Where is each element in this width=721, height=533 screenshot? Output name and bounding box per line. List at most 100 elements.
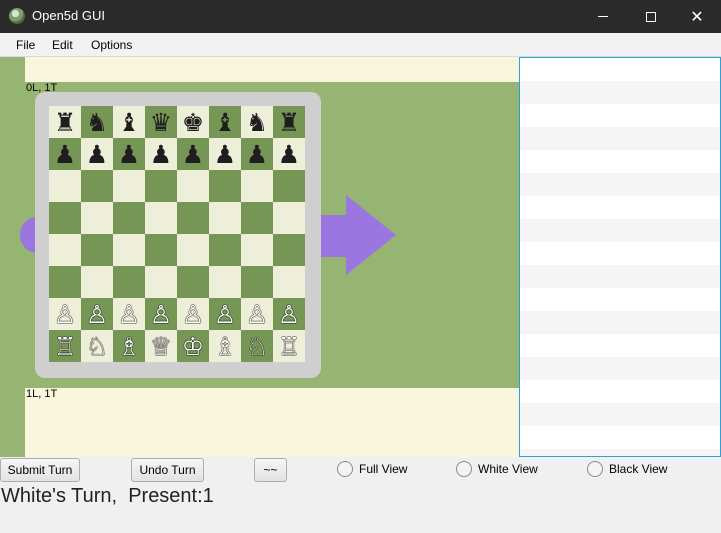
full-view-radio[interactable]: Full View [337,461,407,477]
board-square[interactable]: ♘ [81,330,113,362]
board-square[interactable] [177,266,209,298]
white-bishop-icon[interactable]: ♗ [118,334,140,359]
list-row[interactable] [520,219,720,242]
board-square[interactable]: ♙ [113,298,145,330]
board-square[interactable]: ♗ [113,330,145,362]
board-square[interactable] [49,170,81,202]
list-row[interactable] [520,380,720,403]
board-square[interactable]: ♙ [177,298,209,330]
list-row[interactable] [520,81,720,104]
board-square[interactable] [49,234,81,266]
board-square[interactable] [81,170,113,202]
white-view-radio[interactable]: White View [456,461,538,477]
white-rook-icon[interactable]: ♖ [54,334,76,359]
list-row[interactable] [520,334,720,357]
black-pawn-icon[interactable]: ♟ [182,142,204,167]
list-row[interactable] [520,357,720,380]
board-square[interactable]: ♕ [145,330,177,362]
menu-file[interactable]: File [16,38,35,52]
black-pawn-icon[interactable]: ♟ [54,142,76,167]
close-button[interactable]: ✕ [674,0,720,33]
menu-options[interactable]: Options [91,38,132,52]
board-square[interactable]: ♚ [177,106,209,138]
black-pawn-icon[interactable]: ♟ [118,142,140,167]
board-square[interactable] [241,234,273,266]
board-square[interactable] [113,266,145,298]
white-pawn-icon[interactable]: ♙ [118,302,140,327]
list-row[interactable] [520,288,720,311]
black-knight-icon[interactable]: ♞ [86,110,108,135]
board-square[interactable] [273,234,305,266]
white-queen-icon[interactable]: ♕ [150,334,172,359]
board-square[interactable]: ♜ [49,106,81,138]
black-king-icon[interactable]: ♚ [182,110,204,135]
board-square[interactable] [81,202,113,234]
white-rook-icon[interactable]: ♖ [278,334,300,359]
board-square[interactable]: ♟ [81,138,113,170]
board-square[interactable]: ♟ [241,138,273,170]
board-square[interactable]: ♛ [145,106,177,138]
minimize-button[interactable] [580,0,626,33]
white-pawn-icon[interactable]: ♙ [150,302,172,327]
black-bishop-icon[interactable]: ♝ [214,110,236,135]
board-square[interactable]: ♟ [49,138,81,170]
move-list-panel[interactable] [519,57,721,457]
list-row[interactable] [520,242,720,265]
board-square[interactable]: ♖ [273,330,305,362]
board-square[interactable]: ♟ [209,138,241,170]
board-square[interactable] [81,234,113,266]
board-square[interactable]: ♙ [273,298,305,330]
board-square[interactable] [273,266,305,298]
board-square[interactable]: ♙ [209,298,241,330]
radio-circle-icon[interactable] [456,461,472,477]
submit-turn-button[interactable]: Submit Turn [0,458,80,482]
board-square[interactable] [273,170,305,202]
board-square[interactable] [177,170,209,202]
radio-circle-icon[interactable] [337,461,353,477]
list-row[interactable] [520,127,720,150]
board-square[interactable] [145,234,177,266]
black-pawn-icon[interactable]: ♟ [246,142,268,167]
board-square[interactable]: ♔ [177,330,209,362]
black-knight-icon[interactable]: ♞ [246,110,268,135]
white-king-icon[interactable]: ♔ [182,334,204,359]
board-square[interactable] [49,202,81,234]
board-square[interactable] [81,266,113,298]
board-square[interactable]: ♗ [209,330,241,362]
board-square[interactable] [113,234,145,266]
board-square[interactable] [241,266,273,298]
board-square[interactable] [273,202,305,234]
black-pawn-icon[interactable]: ♟ [278,142,300,167]
board-square[interactable] [209,234,241,266]
board-square[interactable] [145,266,177,298]
menu-edit[interactable]: Edit [52,38,73,52]
multiverse-view[interactable]: 0L, 1T 1L, 1T ♜ ♞ ♝ ♛ ♚ ♝ ♞ ♜ ♟ ♟ ♟ ♟ ♟ ♟ ♟ ♟ ♙ ♙ ♙ ♙ ♙ ♙ ♙ ♙ ♖ ♘… [0,57,519,457]
list-row[interactable] [520,196,720,219]
board-square[interactable]: ♙ [241,298,273,330]
white-pawn-icon[interactable]: ♙ [86,302,108,327]
board-square[interactable] [177,202,209,234]
chess-board[interactable]: ♜ ♞ ♝ ♛ ♚ ♝ ♞ ♜ ♟ ♟ ♟ ♟ ♟ ♟ ♟ ♟ ♙ ♙ ♙ ♙ ♙ ♙ ♙ ♙ ♖ ♘ ♗ ♕ ♔ ♗ ♘ ♖ [49,106,305,362]
black-rook-icon[interactable]: ♜ [54,110,76,135]
board-square[interactable]: ♟ [177,138,209,170]
list-row[interactable] [520,173,720,196]
board-square[interactable]: ♟ [113,138,145,170]
board-square[interactable] [113,202,145,234]
list-row[interactable] [520,104,720,127]
board-square[interactable] [177,234,209,266]
board-square[interactable] [241,170,273,202]
white-bishop-icon[interactable]: ♗ [214,334,236,359]
board-square[interactable]: ♞ [81,106,113,138]
white-pawn-icon[interactable]: ♙ [54,302,76,327]
black-queen-icon[interactable]: ♛ [150,110,172,135]
board-square[interactable]: ♝ [209,106,241,138]
black-view-radio[interactable]: Black View [587,461,667,477]
maximize-button[interactable] [628,0,674,33]
tilde-button[interactable]: ~~ [254,458,287,482]
board-square[interactable]: ♙ [81,298,113,330]
board-square[interactable]: ♖ [49,330,81,362]
black-pawn-icon[interactable]: ♟ [214,142,236,167]
white-pawn-icon[interactable]: ♙ [182,302,204,327]
list-row[interactable] [520,403,720,426]
board-square[interactable] [209,170,241,202]
